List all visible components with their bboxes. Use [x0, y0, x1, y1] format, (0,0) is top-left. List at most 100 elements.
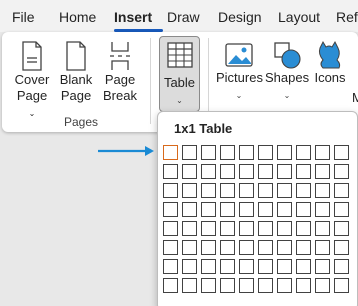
table-grid-cell[interactable] [334, 202, 349, 217]
table-grid-cell[interactable] [239, 202, 254, 217]
table-grid-cell[interactable] [334, 259, 349, 274]
table-grid-cell[interactable] [239, 183, 254, 198]
tab-layout[interactable]: Layout [278, 8, 320, 26]
table-grid-cell[interactable] [220, 202, 235, 217]
table-grid-cell[interactable] [163, 278, 178, 293]
table-grid-cell[interactable] [334, 145, 349, 160]
icons-button[interactable]: Icons [313, 40, 347, 86]
table-grid-cell[interactable] [296, 145, 311, 160]
table-grid-cell[interactable] [163, 221, 178, 236]
table-grid-cell[interactable] [220, 164, 235, 179]
table-grid-cell[interactable] [182, 278, 197, 293]
table-grid-cell[interactable] [296, 183, 311, 198]
page-break-button[interactable]: Page Break [101, 40, 139, 104]
table-grid-cell[interactable] [239, 221, 254, 236]
table-grid-cell[interactable] [239, 259, 254, 274]
table-grid-cell[interactable] [296, 240, 311, 255]
table-grid-cell[interactable] [315, 183, 330, 198]
table-grid-cell[interactable] [201, 145, 216, 160]
table-grid-cell[interactable] [201, 164, 216, 179]
table-grid-cell[interactable] [296, 221, 311, 236]
table-grid-cell[interactable] [315, 202, 330, 217]
table-grid-cell[interactable] [182, 164, 197, 179]
table-grid-cell[interactable] [296, 278, 311, 293]
truncated-button-label[interactable]: M [352, 90, 358, 106]
table-button[interactable]: Table ⌄ [159, 36, 200, 112]
table-grid-cell[interactable] [258, 145, 273, 160]
table-grid-cell[interactable] [220, 259, 235, 274]
table-grid-cell[interactable] [277, 221, 292, 236]
table-grid-cell[interactable] [315, 259, 330, 274]
pictures-button[interactable]: Pictures ⌄ [216, 40, 263, 104]
table-grid-cell[interactable] [163, 240, 178, 255]
table-grid-cell[interactable] [220, 183, 235, 198]
table-grid-cell[interactable] [277, 183, 292, 198]
blank-page-label-1: Blank [59, 72, 93, 87]
table-grid-cell[interactable] [277, 202, 292, 217]
table-grid-cell[interactable] [220, 278, 235, 293]
table-grid-cell[interactable] [296, 259, 311, 274]
table-grid-cell[interactable] [239, 145, 254, 160]
table-grid-cell[interactable] [277, 240, 292, 255]
cover-page-button[interactable]: Cover Page ⌄ [12, 40, 52, 122]
table-grid-cell[interactable] [201, 183, 216, 198]
table-grid-cell[interactable] [334, 240, 349, 255]
table-grid-cell[interactable] [315, 278, 330, 293]
table-grid-cell[interactable] [182, 145, 197, 160]
table-grid-cell[interactable] [334, 183, 349, 198]
table-grid-cell[interactable] [258, 202, 273, 217]
tab-insert[interactable]: Insert [114, 8, 152, 26]
table-grid-cell[interactable] [277, 259, 292, 274]
tab-file[interactable]: File [12, 8, 35, 26]
table-grid-cell[interactable] [239, 278, 254, 293]
table-grid-cell[interactable] [182, 259, 197, 274]
table-grid-cell[interactable] [334, 164, 349, 179]
blank-page-button[interactable]: Blank Page [57, 40, 95, 104]
table-grid-cell[interactable] [201, 240, 216, 255]
page-break-label-2: Break [103, 88, 137, 103]
table-grid-cell[interactable] [258, 240, 273, 255]
chevron-down-icon: ⌄ [176, 96, 183, 105]
table-grid-cell[interactable] [258, 278, 273, 293]
table-grid-cell[interactable] [201, 259, 216, 274]
table-grid-cell[interactable] [258, 221, 273, 236]
table-grid-cell[interactable] [258, 164, 273, 179]
tab-home[interactable]: Home [59, 8, 96, 26]
table-grid-cell[interactable] [163, 202, 178, 217]
table-grid-cell[interactable] [315, 240, 330, 255]
table-grid-cell[interactable] [334, 278, 349, 293]
table-grid-cell[interactable] [239, 240, 254, 255]
table-grid-cell[interactable] [277, 164, 292, 179]
blank-page-label-2: Page [60, 88, 92, 103]
table-grid-cell[interactable] [277, 145, 292, 160]
cover-page-label-1: Cover [14, 72, 50, 87]
table-grid-cell[interactable] [220, 145, 235, 160]
table-grid-cell[interactable] [315, 145, 330, 160]
table-grid-cell[interactable] [182, 221, 197, 236]
table-grid-cell[interactable] [277, 278, 292, 293]
table-grid-cell[interactable] [163, 259, 178, 274]
table-grid-cell[interactable] [315, 221, 330, 236]
tab-design[interactable]: Design [218, 8, 262, 26]
table-grid-cell[interactable] [182, 202, 197, 217]
table-grid-cell[interactable] [220, 221, 235, 236]
table-grid-cell[interactable] [220, 240, 235, 255]
table-grid-cell[interactable] [163, 164, 178, 179]
table-grid-cell[interactable] [163, 183, 178, 198]
table-grid-cell[interactable] [315, 164, 330, 179]
table-grid-cell[interactable] [258, 259, 273, 274]
table-grid-cell[interactable] [201, 202, 216, 217]
tab-references[interactable]: Ref [336, 8, 358, 26]
table-grid-cell[interactable] [239, 164, 254, 179]
table-grid-cell[interactable] [334, 221, 349, 236]
table-grid-cell[interactable] [182, 240, 197, 255]
table-grid-cell[interactable] [201, 278, 216, 293]
table-grid-cell[interactable] [258, 183, 273, 198]
table-grid-cell[interactable] [201, 221, 216, 236]
table-grid-cell[interactable] [296, 164, 311, 179]
shapes-button[interactable]: Shapes ⌄ [265, 40, 309, 104]
table-grid-cell[interactable] [296, 202, 311, 217]
table-grid-cell[interactable] [182, 183, 197, 198]
table-grid-cell[interactable] [163, 145, 178, 160]
tab-draw[interactable]: Draw [167, 8, 200, 26]
